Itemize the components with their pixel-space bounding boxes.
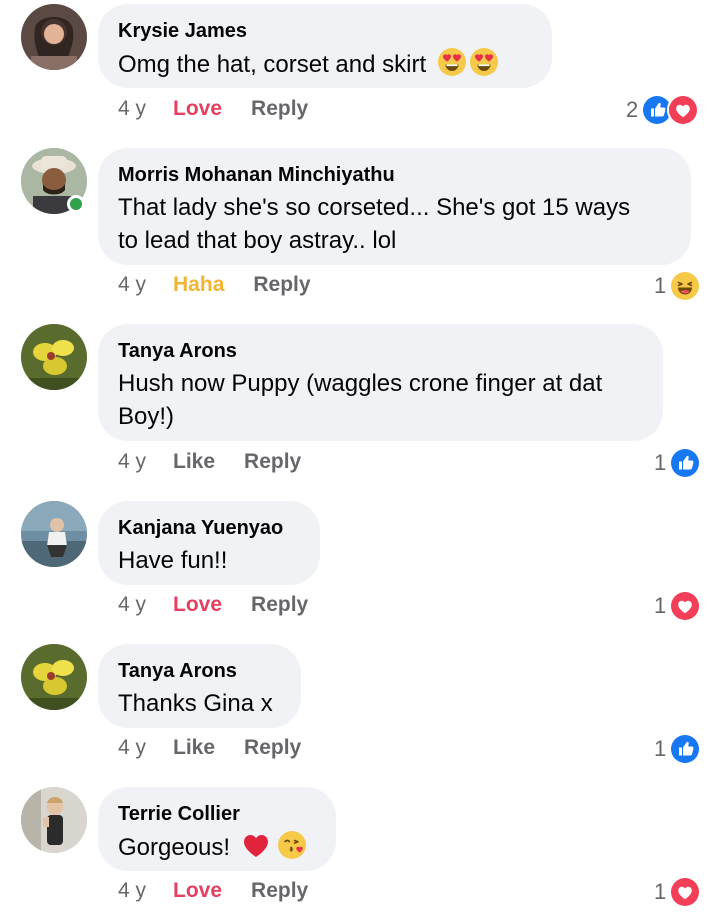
reply-button[interactable]: Reply [244, 736, 301, 760]
comment-author[interactable]: Kanjana Yuenyao [118, 515, 300, 541]
haha-icon [669, 270, 702, 302]
reaction-count: 1 [654, 273, 667, 298]
reply-button[interactable]: Reply [251, 879, 308, 903]
comment-actions: 4 y Love Reply [118, 97, 308, 121]
comment-text-body: Gorgeous! [118, 834, 231, 861]
comment-text: Hush now Puppy (waggles crone finger at … [118, 367, 643, 433]
avatar[interactable] [21, 324, 87, 390]
comment-author[interactable]: Tanya Arons [118, 338, 643, 364]
like-icon [669, 447, 702, 479]
love-icon [667, 94, 700, 126]
react-button[interactable]: Love [173, 879, 222, 903]
comment-text-line: Boy!) [118, 403, 175, 430]
reaction-count: 1 [654, 879, 667, 904]
heart-eyes-emoji-icon [469, 47, 499, 77]
reply-button[interactable]: Reply [251, 593, 308, 617]
comment-timestamp[interactable]: 4 y [118, 736, 146, 760]
like-icon [669, 733, 702, 765]
comment-actions: 4 y Love Reply [118, 879, 308, 903]
comment-text-body: Omg the hat, corset and skirt [118, 51, 427, 78]
online-status-indicator [67, 195, 85, 213]
comment-bubble: Kanjana Yuenyao Have fun!! [98, 501, 320, 585]
comment-text: Gorgeous! [118, 830, 316, 864]
comment-timestamp[interactable]: 4 y [118, 450, 146, 474]
reaction-summary[interactable]: 1 [654, 447, 702, 479]
love-icon [669, 590, 702, 622]
comment-author[interactable]: Tanya Arons [118, 658, 281, 684]
react-button[interactable]: Love [173, 97, 222, 121]
react-button[interactable]: Haha [173, 273, 224, 297]
reaction-summary[interactable]: 1 [654, 876, 702, 908]
comment-author[interactable]: Terrie Collier [118, 801, 316, 827]
reaction-count: 1 [654, 593, 667, 618]
reaction-summary[interactable]: 2 [626, 94, 700, 126]
heart-eyes-emoji-icon [437, 47, 467, 77]
reaction-summary[interactable]: 1 [654, 733, 702, 765]
comment-text: Thanks Gina x [118, 690, 273, 717]
comment-actions: 4 y Like Reply [118, 736, 301, 760]
comment-actions: 4 y Love Reply [118, 593, 308, 617]
avatar[interactable] [21, 4, 87, 70]
comment-timestamp[interactable]: 4 y [118, 97, 146, 121]
comment-author[interactable]: Krysie James [118, 18, 532, 44]
reaction-summary[interactable]: 1 [654, 590, 702, 622]
comment-text-line: That lady she's so corseted... She's got… [118, 194, 631, 221]
comment-author[interactable]: Morris Mohanan Minchiyathu [118, 162, 671, 188]
reaction-count: 1 [654, 450, 667, 475]
avatar[interactable] [21, 787, 87, 853]
reaction-summary[interactable]: 1 [654, 270, 702, 302]
kissing-face-emoji-icon [277, 830, 307, 860]
comment-bubble: Morris Mohanan Minchiyathu That lady she… [98, 148, 691, 265]
comment-timestamp[interactable]: 4 y [118, 273, 146, 297]
avatar[interactable] [21, 644, 87, 710]
comment-bubble: Tanya Arons Hush now Puppy (waggles cron… [98, 324, 663, 441]
comment-bubble: Terrie Collier Gorgeous! [98, 787, 336, 871]
reaction-count: 1 [654, 736, 667, 761]
comment-text: Omg the hat, corset and skirt [118, 47, 532, 81]
comment-actions: 4 y Like Reply [118, 450, 301, 474]
comment-bubble: Krysie James Omg the hat, corset and ski… [98, 4, 552, 88]
comment-timestamp[interactable]: 4 y [118, 879, 146, 903]
love-icon [669, 876, 702, 908]
comment-text-line: Hush now Puppy (waggles crone finger at … [118, 370, 603, 397]
reply-button[interactable]: Reply [251, 97, 308, 121]
comment-text: Have fun!! [118, 547, 228, 574]
avatar[interactable] [21, 501, 87, 567]
comment-bubble: Tanya Arons Thanks Gina x [98, 644, 301, 728]
comment-actions: 4 y Haha Reply [118, 273, 311, 297]
reply-button[interactable]: Reply [244, 450, 301, 474]
comment-text: That lady she's so corseted... She's got… [118, 191, 671, 257]
red-heart-emoji-icon [241, 830, 271, 860]
comment-timestamp[interactable]: 4 y [118, 593, 146, 617]
reply-button[interactable]: Reply [253, 273, 310, 297]
react-button[interactable]: Like [173, 736, 215, 760]
react-button[interactable]: Love [173, 593, 222, 617]
react-button[interactable]: Like [173, 450, 215, 474]
comment-text-line: to lead that boy astray.. lol [118, 227, 397, 254]
reaction-count: 2 [626, 97, 639, 122]
